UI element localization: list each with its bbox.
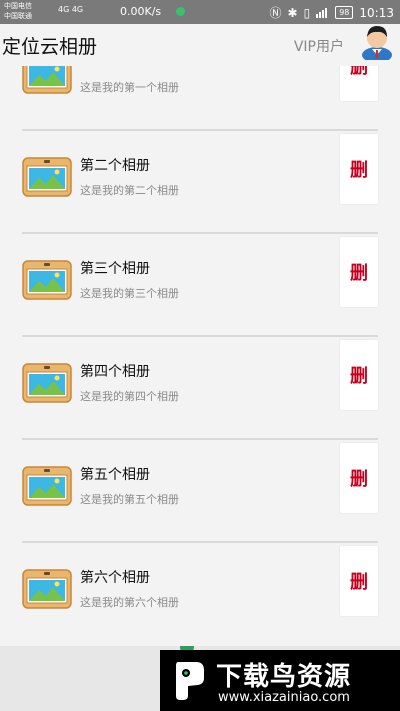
battery-icon: 98	[335, 6, 354, 19]
wifi-icon	[316, 7, 328, 18]
delete-button[interactable]: 删	[340, 66, 378, 101]
divider	[22, 438, 378, 440]
album-description: 这是我的第五个相册	[80, 493, 179, 506]
carrier-2: 中国联通	[4, 12, 32, 20]
carrier-names: 中国电信 中国联通	[4, 1, 32, 21]
album-name: 第二个相册	[80, 158, 150, 174]
status-bar: 中国电信 中国联通 4G 4G 0.00K/s Ⓝ ✱ ▯ 98 10:13	[0, 0, 400, 24]
app-notification-icon	[176, 7, 185, 16]
list-item[interactable]: 第二个相册 这是我的第二个相册 删	[22, 132, 378, 234]
divider	[22, 232, 378, 234]
watermark-banner: 下载鸟资源 www.xiazainiao.com	[160, 650, 400, 711]
delete-button[interactable]: 删	[340, 134, 378, 204]
watermark-title: 下载鸟资源	[216, 662, 352, 692]
app-header: 定位云相册 VIP用户	[0, 24, 400, 66]
page-title: 定位云相册	[2, 36, 98, 58]
divider	[22, 335, 378, 337]
album-name: 第五个相册	[80, 467, 150, 483]
carrier-1: 中国电信	[4, 2, 32, 10]
avatar[interactable]	[361, 22, 393, 60]
album-description: 这是我的第六个相册	[80, 596, 179, 609]
photo-album-icon	[22, 569, 72, 609]
album-description: 这是我的第三个相册	[80, 287, 179, 300]
bird-logo-icon	[176, 662, 204, 700]
divider	[22, 541, 378, 543]
album-name: 第六个相册	[80, 570, 150, 586]
album-description: 这是我的第一个相册	[80, 81, 179, 94]
photo-album-icon	[22, 466, 72, 506]
photo-album-icon	[22, 363, 72, 403]
album-name: 第三个相册	[80, 261, 150, 277]
photo-album-icon	[22, 66, 72, 94]
album-description: 这是我的第四个相册	[80, 390, 179, 403]
network-speed: 0.00K/s	[120, 5, 162, 18]
vip-user-label[interactable]: VIP用户	[294, 36, 344, 56]
photo-album-icon	[22, 260, 72, 300]
delete-button[interactable]: 删	[340, 546, 378, 616]
bluetooth-icon: ✱	[287, 5, 298, 20]
delete-button[interactable]: 删	[340, 443, 378, 513]
nfc-icon: Ⓝ	[269, 6, 282, 20]
clock: 10:13	[359, 5, 394, 20]
album-description: 这是我的第二个相册	[80, 184, 179, 197]
list-item[interactable]: 第三个相册 这是我的第三个相册 删	[22, 235, 378, 337]
list-item[interactable]: 第六个相册 这是我的第六个相册 删	[22, 544, 378, 638]
delete-button[interactable]: 删	[340, 340, 378, 410]
album-list[interactable]: 这是我的第一个相册 删 第二个相册 这是我的第二个相册 删 第三个相册 这是我的…	[0, 66, 400, 646]
album-name: 第四个相册	[80, 364, 150, 380]
list-item[interactable]: 第四个相册 这是我的第四个相册 删	[22, 338, 378, 440]
list-item[interactable]: 第五个相册 这是我的第五个相册 删	[22, 441, 378, 543]
watermark-url: www.xiazainiao.com	[218, 690, 350, 705]
status-right: Ⓝ ✱ ▯ 98 10:13	[270, 4, 394, 21]
list-item[interactable]: 这是我的第一个相册 删	[22, 66, 378, 131]
divider	[22, 129, 378, 131]
photo-album-icon	[22, 157, 72, 197]
network-indicator: 4G 4G	[58, 5, 84, 14]
delete-button[interactable]: 删	[340, 237, 378, 307]
vibrate-icon: ▯	[303, 5, 311, 20]
